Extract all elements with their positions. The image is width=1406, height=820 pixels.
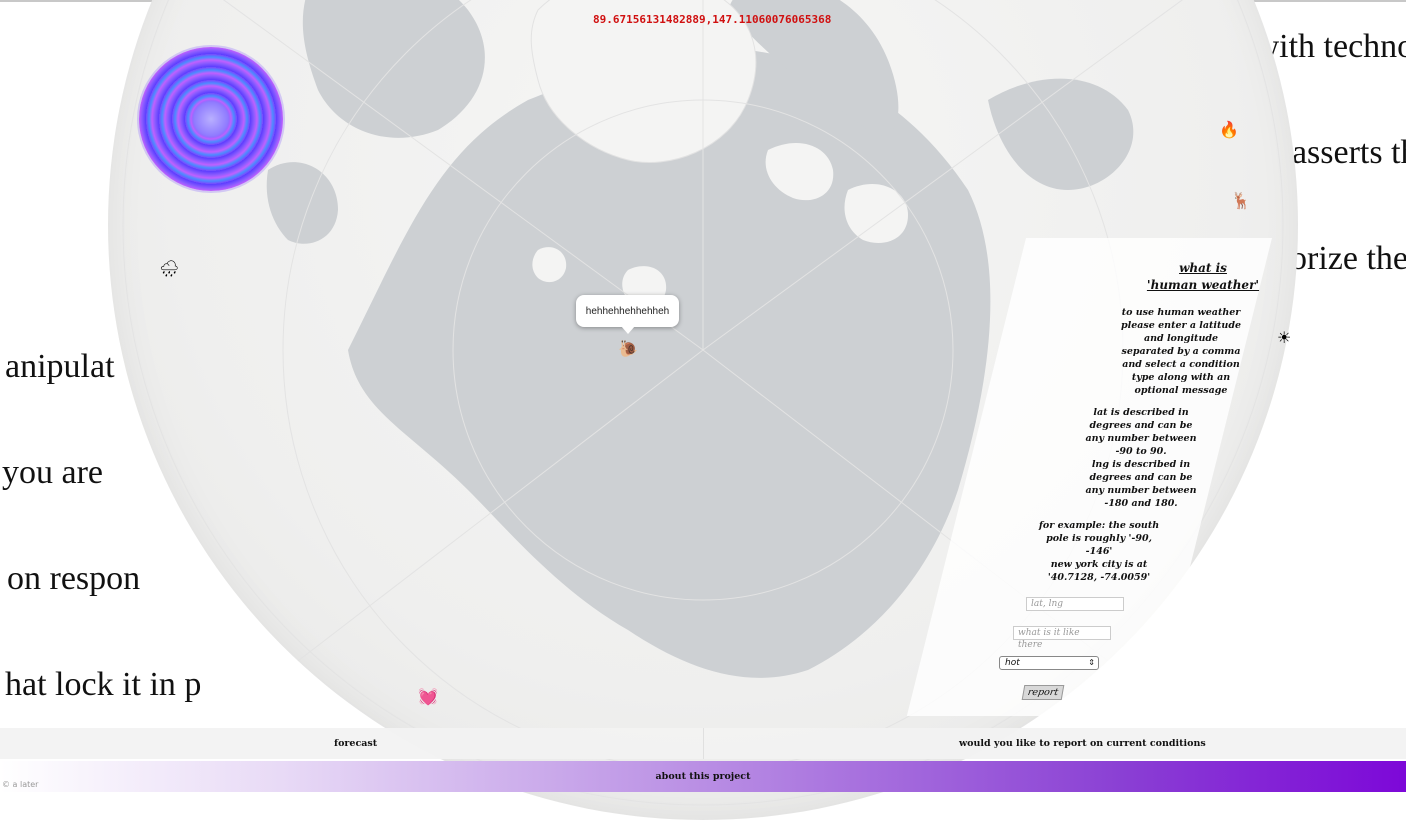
instructions-line: to use human weather [1121,307,1241,318]
sun-marker-icon[interactable]: ☀ [1277,330,1291,346]
snail-marker-icon[interactable]: 🐌 [618,341,638,357]
swirl-logo[interactable] [139,47,283,191]
example-line: for example: the south [1038,520,1160,531]
deer-marker-icon[interactable]: 🦌 [1231,193,1251,209]
lat-info-line: any number between [1085,485,1197,496]
panel-title-line: 'human weather' [1146,278,1260,292]
fire-marker-icon[interactable]: 🔥 [1219,122,1239,138]
bottom-nav: forecast would you like to report on cur… [0,728,1406,759]
lat-info-line: any number between [1085,433,1197,444]
example-line: -146' [1085,546,1113,557]
condition-select[interactable]: hot ⇕ [999,656,1099,670]
report-conditions-link[interactable]: would you like to report on current cond… [959,738,1206,749]
lat-info-line: degrees and can be [1089,472,1193,483]
instructions-line: please enter a latitude [1120,320,1242,331]
message-input[interactable]: what is it like there [1013,626,1111,650]
instructions-line: separated by a comma [1121,346,1241,357]
lat-info-line: -90 to 90. [1115,446,1167,457]
bg-text-line: anipulat [5,348,115,385]
lat-info-line: degrees and can be [1089,420,1193,431]
lat-info-line: lat is described in [1093,407,1189,418]
bg-text-line: you are [2,454,104,491]
credit-text: © a later [2,780,39,789]
instructions-text: to use human weather please enter a lati… [1106,306,1256,397]
heart-marker-icon[interactable]: 💓 [418,689,438,705]
about-bar[interactable]: about this project [0,761,1406,792]
coordinates-readout: 89.67156131482889,147.11060076065368 [593,13,832,26]
instructions-line: and select a condition [1122,359,1240,370]
panel-title-line: what is [1179,261,1227,275]
example-line: new york city is at [1050,559,1148,570]
instructions-line: and longitude [1143,333,1219,344]
example-line: '40.7128, -74.0059' [1047,572,1151,583]
lat-lng-input[interactable]: lat, lng [1026,597,1124,611]
forecast-link[interactable]: forecast [334,738,377,749]
condition-select-value: hot [1005,658,1020,668]
example-line: pole is roughly '-90, [1046,533,1152,544]
lat-info-line: lng is described in [1091,459,1191,470]
panel-title: what is 'human weather' [1133,260,1273,294]
bg-text-line: orize the l [1290,240,1406,277]
marker-popup: hehhehhehhehheh [576,295,679,334]
popup-text: hehhehhehhehheh [585,305,670,317]
select-arrows-icon: ⇕ [1088,658,1095,667]
lat-lng-info-text: lat is described in degrees and can be a… [1066,406,1216,510]
nav-divider [703,728,704,759]
report-button[interactable]: report [1021,685,1065,700]
about-link[interactable]: about this project [0,771,1406,782]
rain-cloud-marker-icon[interactable]: 🌧 [159,261,179,277]
instructions-line: type along with an [1131,372,1231,383]
example-text: for example: the south pole is roughly '… [1024,519,1174,584]
instructions-line: optional message [1134,385,1228,396]
lat-info-line: -180 and 180. [1104,498,1178,509]
